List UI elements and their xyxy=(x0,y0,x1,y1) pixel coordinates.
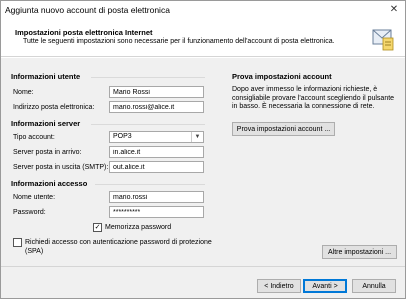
section-access-info: Informazioni accesso xyxy=(11,179,88,188)
next-button[interactable]: Avanti > xyxy=(303,279,347,293)
cancel-button[interactable]: Annulla xyxy=(352,279,396,293)
email-field[interactable] xyxy=(109,101,204,113)
incoming-server-label: Server posta in arrivo: xyxy=(13,149,82,156)
section-divider xyxy=(95,184,205,185)
email-label: Indirizzo posta elettronica: xyxy=(13,104,95,111)
dialog-footer: < Indietro Avanti > Annulla xyxy=(1,266,405,298)
title-bar: Aggiunta nuovo account di posta elettron… xyxy=(1,1,405,19)
incoming-server-field[interactable] xyxy=(109,146,204,158)
section-divider xyxy=(91,124,205,125)
section-server-info: Informazioni server xyxy=(11,119,81,128)
outgoing-server-field[interactable] xyxy=(109,161,204,173)
section-user-info: Informazioni utente xyxy=(11,72,81,81)
username-field[interactable] xyxy=(109,191,204,203)
spa-checkbox[interactable] xyxy=(13,238,22,247)
add-account-dialog: Aggiunta nuovo account di posta elettron… xyxy=(0,0,406,299)
name-label: Nome: xyxy=(13,89,34,96)
more-settings-button[interactable]: Altre impostazioni ... xyxy=(322,245,397,259)
test-settings-description: Dopo aver immesso le informazioni richie… xyxy=(232,86,395,110)
spa-label: Richiedi accesso con autenticazione pass… xyxy=(25,239,212,255)
test-settings-heading: Prova impostazioni account xyxy=(232,72,332,81)
account-type-value: POP3 xyxy=(113,133,132,140)
remember-password-label: Memorizza password xyxy=(105,224,172,231)
dialog-body: Informazioni utente Nome: Indirizzo post… xyxy=(1,58,405,266)
close-icon[interactable]: ✕ xyxy=(387,3,401,16)
email-settings-icon xyxy=(372,29,394,51)
password-field[interactable] xyxy=(109,206,204,218)
name-field[interactable] xyxy=(109,86,204,98)
window-title: Aggiunta nuovo account di posta elettron… xyxy=(5,5,170,15)
remember-password-checkbox[interactable]: ✓ xyxy=(93,223,102,232)
dialog-header: Impostazioni posta elettronica Internet … xyxy=(1,19,405,57)
back-button[interactable]: < Indietro xyxy=(257,279,301,293)
header-subtitle: Tutte le seguenti impostazioni sono nece… xyxy=(23,38,335,45)
password-label: Password: xyxy=(13,209,46,216)
account-type-select[interactable]: POP3 ▼ xyxy=(109,131,204,143)
chevron-down-icon: ▼ xyxy=(191,132,203,142)
test-account-button[interactable]: Prova impostazioni account ... xyxy=(232,122,335,136)
section-divider xyxy=(91,77,205,78)
account-type-label: Tipo account: xyxy=(13,134,55,141)
username-label: Nome utente: xyxy=(13,194,56,201)
header-title: Impostazioni posta elettronica Internet xyxy=(15,28,153,37)
outgoing-server-label: Server posta in uscita (SMTP): xyxy=(13,164,109,171)
